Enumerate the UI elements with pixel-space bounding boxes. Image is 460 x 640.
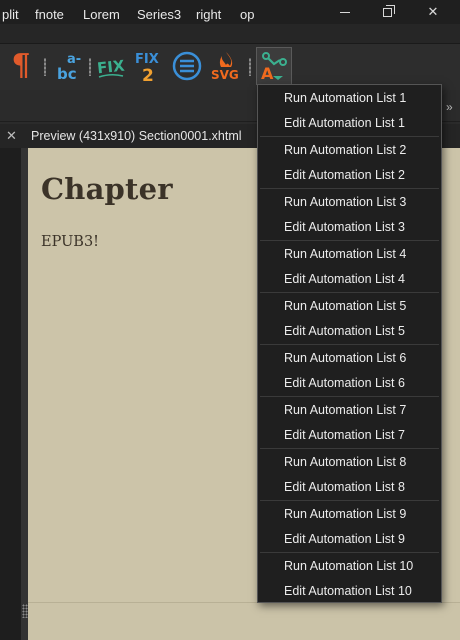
- menu-separator: [260, 188, 439, 189]
- left-panel-edge: [0, 148, 21, 640]
- fix-button[interactable]: FIX: [94, 48, 128, 84]
- menu-item-edit-list-9[interactable]: Edit Automation List 9: [258, 527, 441, 552]
- menu-item-edit-list-5[interactable]: Edit Automation List 5: [258, 319, 441, 344]
- resize-grip-icon[interactable]: [22, 604, 28, 618]
- pilcrow-button[interactable]: ¶: [4, 48, 38, 84]
- svg-icon: SVG: [211, 52, 239, 82]
- toolbar-separator: [89, 58, 91, 76]
- clip-op-button[interactable]: op: [240, 0, 254, 30]
- menu-item-run-list-9[interactable]: Run Automation List 9: [258, 502, 441, 527]
- clipbar-overflow-icon[interactable]: »: [446, 92, 453, 122]
- fix-icon: FIX: [96, 57, 126, 78]
- toolbar-separator: [249, 58, 251, 76]
- menu-item-edit-list-2[interactable]: Edit Automation List 2: [258, 163, 441, 188]
- automation-icon: A: [261, 52, 287, 82]
- close-icon[interactable]: ✕: [6, 124, 17, 148]
- clip-split-button[interactable]: plit: [2, 0, 19, 30]
- maximize-button[interactable]: [366, 0, 408, 24]
- restore-icon: [382, 4, 395, 17]
- svg-button[interactable]: SVG: [208, 48, 244, 84]
- menu-separator: [260, 552, 439, 553]
- menu-item-edit-list-7[interactable]: Edit Automation List 7: [258, 423, 441, 448]
- menu-separator: [260, 136, 439, 137]
- minimize-icon: [340, 11, 350, 13]
- clip-series3-button[interactable]: Series3: [137, 0, 181, 30]
- menu-item-run-list-8[interactable]: Run Automation List 8: [258, 450, 441, 475]
- menu-separator: [260, 448, 439, 449]
- preview-tab-title: Preview (431x910) Section0001.xhtml: [31, 129, 242, 143]
- menu-item-run-list-6[interactable]: Run Automation List 6: [258, 346, 441, 371]
- menu-item-edit-list-1[interactable]: Edit Automation List 1: [258, 111, 441, 136]
- preview-heading: Chapter: [41, 172, 173, 206]
- menu-item-edit-list-8[interactable]: Edit Automation List 8: [258, 475, 441, 500]
- menu-item-edit-list-3[interactable]: Edit Automation List 3: [258, 215, 441, 240]
- svg-text:A: A: [261, 64, 274, 82]
- clip-right-button[interactable]: right: [196, 0, 221, 30]
- menu-item-edit-list-6[interactable]: Edit Automation List 6: [258, 371, 441, 396]
- svg-text:bc: bc: [57, 65, 77, 82]
- menu-item-run-list-2[interactable]: Run Automation List 2: [258, 138, 441, 163]
- abc-hyphenate-icon: a- bc: [57, 52, 81, 82]
- menu-item-run-list-5[interactable]: Run Automation List 5: [258, 294, 441, 319]
- svg-text:SVG: SVG: [211, 68, 239, 82]
- clip-fnote-button[interactable]: fnote: [35, 0, 64, 30]
- close-window-button[interactable]: ✕: [412, 0, 454, 24]
- automation-button[interactable]: A: [256, 47, 292, 85]
- menu-strip: [0, 24, 460, 44]
- list-button[interactable]: [170, 48, 204, 84]
- menu-separator: [260, 292, 439, 293]
- svg-text:2: 2: [142, 66, 154, 83]
- minimize-button[interactable]: [324, 0, 366, 24]
- menu-separator: [260, 500, 439, 501]
- hyphenate-button[interactable]: a- bc: [52, 48, 86, 84]
- clip-lorem-button[interactable]: Lorem: [83, 0, 120, 30]
- fix2-button[interactable]: FIX 2: [131, 48, 165, 84]
- fix2-icon: FIX 2: [135, 52, 159, 83]
- toolbar-separator: [44, 58, 46, 76]
- list-circle-icon: [172, 51, 202, 81]
- menu-item-run-list-7[interactable]: Run Automation List 7: [258, 398, 441, 423]
- close-icon: ✕: [427, 4, 439, 19]
- menu-item-run-list-3[interactable]: Run Automation List 3: [258, 190, 441, 215]
- menu-separator: [260, 396, 439, 397]
- automation-dropdown-menu: Run Automation List 1 Edit Automation Li…: [257, 84, 442, 603]
- splitter[interactable]: [21, 148, 28, 640]
- menu-item-edit-list-4[interactable]: Edit Automation List 4: [258, 267, 441, 292]
- svg-text:FIX: FIX: [135, 52, 159, 67]
- preview-body-text: EPUB3!: [41, 234, 100, 250]
- menu-separator: [260, 240, 439, 241]
- menu-item-run-list-10[interactable]: Run Automation List 10: [258, 554, 441, 579]
- menu-item-run-list-4[interactable]: Run Automation List 4: [258, 242, 441, 267]
- pilcrow-icon: ¶: [11, 48, 31, 83]
- menu-item-edit-list-10[interactable]: Edit Automation List 10: [258, 579, 441, 604]
- menu-separator: [260, 344, 439, 345]
- menu-item-run-list-1[interactable]: Run Automation List 1: [258, 86, 441, 111]
- preview-footer: [28, 602, 460, 640]
